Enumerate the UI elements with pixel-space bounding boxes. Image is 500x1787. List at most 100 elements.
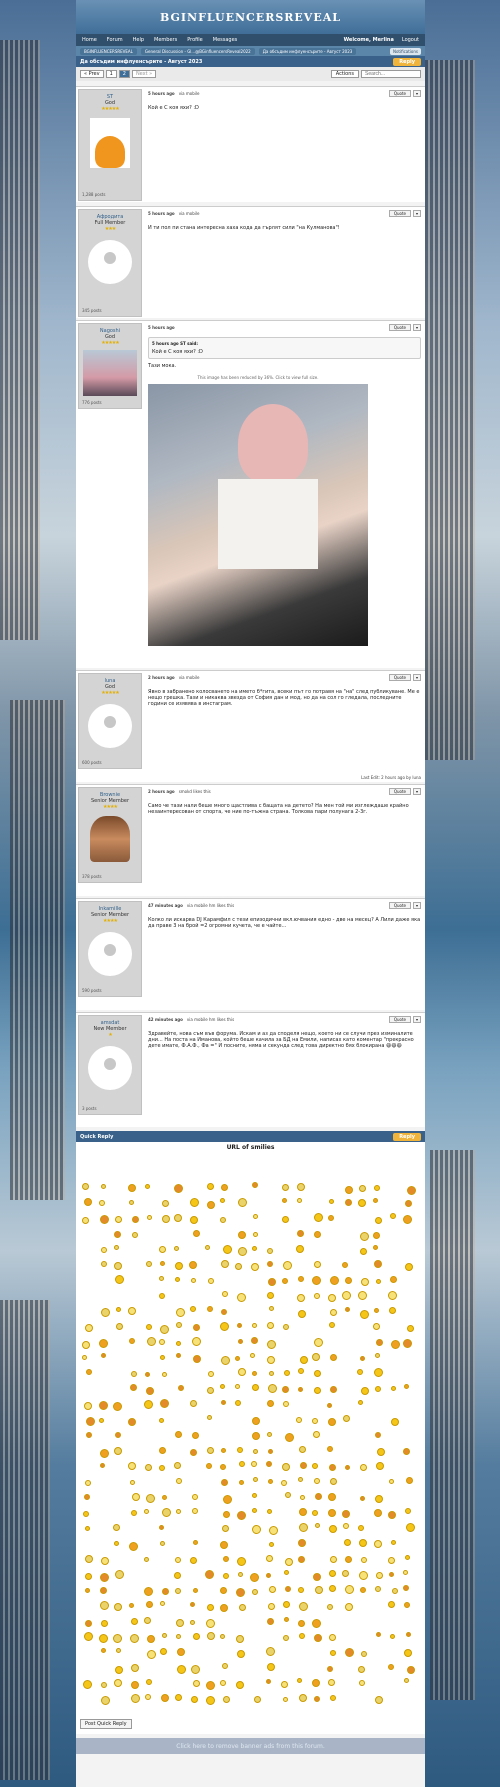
smiley-icon[interactable]: [388, 1571, 394, 1577]
quote-button[interactable]: Quote: [388, 674, 411, 681]
smiley-icon[interactable]: [146, 1678, 153, 1685]
smiley-icon[interactable]: [267, 1340, 277, 1350]
smiley-icon[interactable]: [326, 1665, 333, 1672]
smiley-icon[interactable]: [359, 1247, 367, 1255]
smiley-icon[interactable]: [219, 1541, 228, 1550]
smiley-icon[interactable]: [101, 1648, 107, 1654]
smiley-icon[interactable]: [221, 1662, 228, 1669]
smiley-icon[interactable]: [330, 1694, 337, 1701]
smiley-icon[interactable]: [174, 1694, 182, 1702]
smiley-icon[interactable]: [296, 1244, 305, 1253]
smiley-icon[interactable]: [252, 1213, 258, 1219]
smiley-icon[interactable]: [130, 1694, 140, 1704]
smiley-icon[interactable]: [85, 1525, 91, 1531]
smiley-icon[interactable]: [404, 1262, 413, 1271]
smiley-icon[interactable]: [313, 1260, 321, 1268]
smiley-icon[interactable]: [252, 1384, 260, 1392]
smiley-icon[interactable]: [176, 1478, 183, 1485]
smiley-icon[interactable]: [146, 1601, 154, 1609]
smiley-icon[interactable]: [250, 1461, 257, 1468]
smiley-icon[interactable]: [220, 1184, 228, 1192]
smiley-icon[interactable]: [223, 1510, 231, 1518]
smiley-icon[interactable]: [235, 1399, 242, 1406]
smiley-icon[interactable]: [143, 1617, 151, 1625]
smiley-icon[interactable]: [159, 1338, 166, 1345]
smiley-icon[interactable]: [158, 1275, 164, 1281]
smiley-icon[interactable]: [376, 1631, 382, 1637]
smiley-icon[interactable]: [267, 1278, 276, 1287]
post-time[interactable]: 47 minutes ago: [148, 903, 183, 908]
smiley-icon[interactable]: [160, 1647, 168, 1655]
smiley-icon[interactable]: [192, 1539, 198, 1545]
smiley-icon[interactable]: [100, 1556, 109, 1565]
smiley-icon[interactable]: [82, 1354, 88, 1360]
smiley-icon[interactable]: [250, 1353, 256, 1359]
smiley-icon[interactable]: [190, 1695, 198, 1703]
smiley-icon[interactable]: [175, 1557, 182, 1564]
smiley-icon[interactable]: [175, 1322, 182, 1329]
smiley-icon[interactable]: [298, 1508, 307, 1517]
smiley-icon[interactable]: [82, 1340, 91, 1349]
smiley-icon[interactable]: [330, 1478, 338, 1486]
smiley-icon[interactable]: [129, 1633, 139, 1643]
smiley-icon[interactable]: [193, 1679, 201, 1687]
smiley-icon[interactable]: [360, 1232, 370, 1242]
smiley-icon[interactable]: [146, 1635, 155, 1644]
smiley-icon[interactable]: [374, 1696, 383, 1705]
smiley-icon[interactable]: [403, 1338, 413, 1348]
smiley-icon[interactable]: [100, 1448, 110, 1458]
smiley-icon[interactable]: [359, 1679, 366, 1686]
smiley-icon[interactable]: [375, 1462, 384, 1471]
smiley-icon[interactable]: [173, 1245, 179, 1251]
smiley-icon[interactable]: [145, 1693, 152, 1700]
smiley-icon[interactable]: [329, 1385, 337, 1393]
smiley-icon[interactable]: [298, 1386, 304, 1392]
smiley-icon[interactable]: [342, 1261, 349, 1268]
smiley-icon[interactable]: [236, 1292, 246, 1302]
smiley-icon[interactable]: [389, 1478, 395, 1484]
smiley-icon[interactable]: [238, 1247, 248, 1256]
smiley-icon[interactable]: [114, 1262, 123, 1271]
smiley-icon[interactable]: [345, 1555, 353, 1563]
smiley-icon[interactable]: [100, 1307, 110, 1317]
smiley-icon[interactable]: [206, 1632, 215, 1641]
smiley-icon[interactable]: [206, 1604, 214, 1612]
smiley-icon[interactable]: [314, 1292, 321, 1299]
smiley-icon[interactable]: [328, 1524, 337, 1533]
smiley-icon[interactable]: [100, 1214, 109, 1224]
smiley-icon[interactable]: [327, 1402, 333, 1408]
smiley-icon[interactable]: [160, 1540, 166, 1546]
image-resize-note[interactable]: This image has been reduced by 36%. Clic…: [148, 375, 368, 380]
reply-button[interactable]: Reply: [393, 57, 421, 66]
smiley-icon[interactable]: [283, 1635, 290, 1642]
smiley-icon[interactable]: [145, 1464, 153, 1472]
smiley-icon[interactable]: [206, 1463, 213, 1470]
smiley-icon[interactable]: [252, 1507, 258, 1513]
smiley-icon[interactable]: [159, 1417, 165, 1423]
smiley-icon[interactable]: [282, 1216, 290, 1224]
smiley-icon[interactable]: [85, 1573, 93, 1581]
smiley-icon[interactable]: [236, 1588, 246, 1598]
smiley-icon[interactable]: [328, 1678, 336, 1686]
smiley-icon[interactable]: [101, 1619, 109, 1627]
smiley-icon[interactable]: [127, 1306, 136, 1315]
smiley-icon[interactable]: [84, 1401, 93, 1410]
smiley-icon[interactable]: [85, 1368, 92, 1375]
smiley-icon[interactable]: [314, 1695, 321, 1702]
smiley-icon[interactable]: [388, 1556, 396, 1564]
smiley-icon[interactable]: [253, 1232, 259, 1238]
smiley-icon[interactable]: [238, 1604, 246, 1612]
smiley-icon[interactable]: [359, 1185, 367, 1193]
smiley-icon[interactable]: [373, 1260, 382, 1269]
nav-home[interactable]: Home: [82, 37, 97, 43]
nav-members[interactable]: Members: [154, 37, 177, 43]
smiley-icon[interactable]: [84, 1632, 94, 1641]
actions-dropdown[interactable]: Actions: [330, 70, 359, 78]
smiley-icon[interactable]: [342, 1510, 351, 1519]
smiley-icon[interactable]: [373, 1368, 383, 1378]
smiley-icon[interactable]: [238, 1571, 244, 1577]
smiley-icon[interactable]: [313, 1477, 320, 1484]
smiley-icon[interactable]: [177, 1385, 184, 1392]
smiley-icon[interactable]: [268, 1602, 275, 1610]
smiley-icon[interactable]: [360, 1277, 369, 1286]
